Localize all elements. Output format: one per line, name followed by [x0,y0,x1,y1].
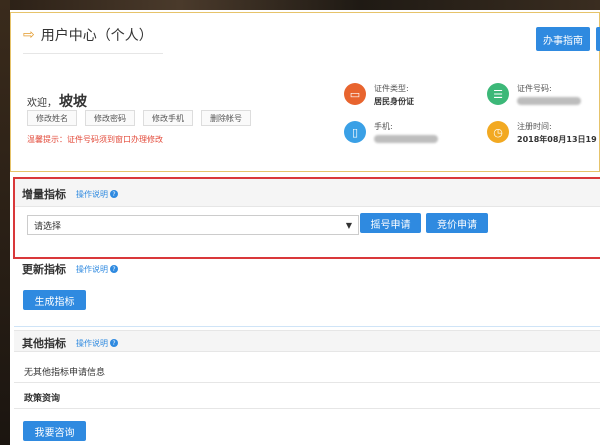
arrow-right-icon: ⇨ [23,27,35,43]
id-type-info: ▭ 证件类型: 居民身份证 [344,83,414,107]
help-icon: ? [110,339,118,347]
other-empty-text: 无其他指标申请信息 [24,368,106,378]
welcome-text: 欢迎， 坡坡 [27,91,87,111]
id-number-label: 证件号码: [517,84,552,93]
edit-password-button[interactable]: 修改密码 [85,110,135,126]
generate-quota-button[interactable]: 生成指标 [23,290,86,310]
edit-phone-button[interactable]: 修改手机 [143,110,193,126]
register-time-info: ◷ 注册时间: 2018年08月13日19 [487,121,597,145]
welcome-prefix: 欢迎， [27,98,57,109]
update-section-header: 更新指标 操作说明 ? [22,261,118,277]
page-title-text: 用户中心（个人） [40,28,153,44]
register-time-label: 注册时间: [517,122,552,131]
other-help-link[interactable]: 操作说明 ? [76,338,118,349]
section-divider [14,408,600,409]
phone-icon: ▯ [344,121,366,143]
id-type-label: 证件类型: [374,84,409,93]
section-divider [14,382,600,383]
delete-account-button[interactable]: 删除帐号 [201,110,251,126]
warning-tip: 温馨提示：证件号码须到窗口办理修改 [27,135,163,144]
user-center-panel: ⇨ 用户中心（个人） 办事指南 欢迎， 坡坡 修改姓名 修改密码 修改手机 删除帐… [10,12,600,172]
update-help-text: 操作说明 [76,264,108,274]
edit-name-button[interactable]: 修改姓名 [27,110,77,126]
update-title: 更新指标 [22,263,66,276]
consult-button[interactable]: 我要咨询 [23,421,86,441]
other-section-header: 其他指标 操作说明 ? [22,335,118,351]
clock-icon: ◷ [487,121,509,143]
user-name: 坡坡 [59,94,87,110]
id-number-info: ☰ 证件号码: [487,83,581,105]
other-title: 其他指标 [22,337,66,350]
id-type-value: 居民身份证 [374,97,414,106]
account-actions: 修改姓名 修改密码 修改手机 删除帐号 [27,110,251,126]
phone-info: ▯ 手机: [344,121,438,143]
update-help-link[interactable]: 操作说明 ? [76,264,118,275]
page: ⇨ 用户中心（个人） 办事指南 欢迎， 坡坡 修改姓名 修改密码 修改手机 删除帐… [10,10,600,445]
highlight-box [13,177,600,259]
policy-title: 政策资询 [24,394,61,404]
id-card-icon: ▭ [344,83,366,105]
help-icon: ? [110,265,118,273]
other-help-text: 操作说明 [76,338,108,348]
register-time-value: 2018年08月13日19 [517,135,597,144]
background-strip-left [0,0,10,445]
title-divider [23,53,163,54]
section-divider [14,326,600,327]
page-title: ⇨ 用户中心（个人） [23,25,153,45]
extra-button[interactable] [596,27,600,51]
id-number-redacted [517,97,581,105]
contact-card-icon: ☰ [487,83,509,105]
phone-label: 手机: [374,122,393,131]
background-strip-top [0,0,600,10]
guide-button[interactable]: 办事指南 [536,27,590,51]
phone-redacted [374,135,438,143]
